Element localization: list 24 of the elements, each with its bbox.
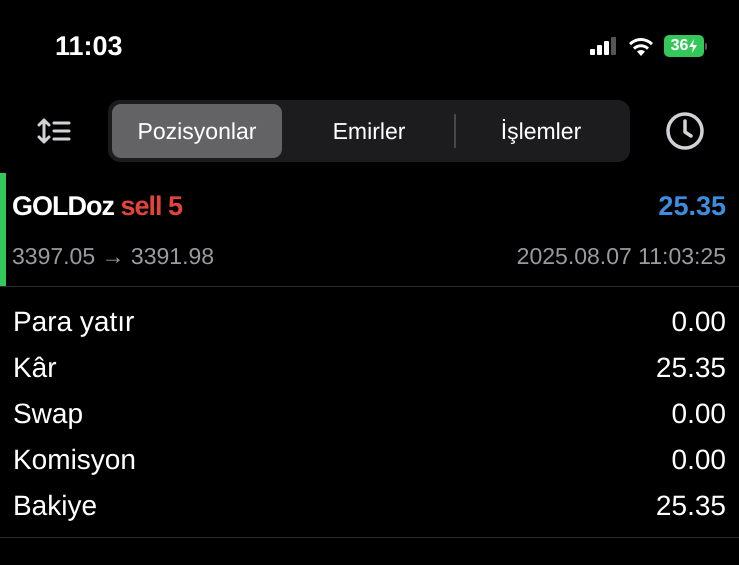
summary-label: Swap — [13, 397, 84, 431]
clock-icon[interactable] — [664, 111, 704, 151]
summary-label: Kâr — [13, 351, 57, 385]
summary-value: 0.00 — [672, 443, 726, 477]
status-time: 11:03 — [55, 30, 123, 63]
summary-value: 25.35 — [656, 351, 726, 385]
summary-value: 0.00 — [672, 305, 726, 339]
signal-icon — [590, 37, 618, 55]
sort-icon[interactable] — [37, 118, 71, 144]
summary-value: 25.35 — [656, 489, 726, 523]
profit-value: 25.35 — [658, 190, 726, 223]
tab[interactable]: Emirler — [284, 104, 454, 158]
tab[interactable]: Pozisyonlar — [112, 104, 282, 158]
position-time: 2025.08.07 11:03:25 — [516, 242, 726, 270]
summary-value: 0.00 — [672, 397, 726, 431]
position-title: GOLDoz sell 5 — [12, 190, 182, 223]
position-row[interactable]: GOLDoz sell 5 25.35 3397.05 → 3391.98 2025.08.07 11:03:25 — [0, 173, 739, 287]
summary-label: Para yatır — [13, 305, 134, 339]
wifi-icon — [628, 36, 654, 56]
price-change: 3397.05 → 3391.98 — [12, 242, 214, 270]
summary-label: Bakiye — [13, 489, 98, 523]
battery-icon: 36 — [664, 35, 707, 57]
tab[interactable]: İşlemler — [456, 104, 626, 158]
summary-label: Komisyon — [13, 443, 136, 477]
